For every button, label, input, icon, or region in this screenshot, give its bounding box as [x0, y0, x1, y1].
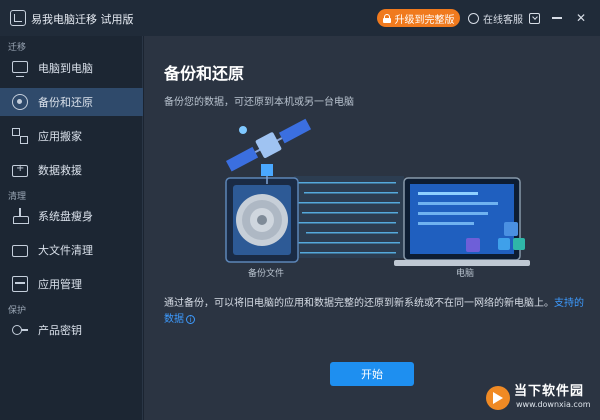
data-stream-bg [294, 176, 404, 258]
computer-caption: 电脑 [456, 269, 475, 279]
sidebar-item-label: 产品密钥 [38, 324, 82, 337]
app-logo-icon [10, 10, 26, 26]
sidebar-item-app-management[interactable]: 应用管理 [0, 270, 143, 298]
description-body: 通过备份，可以将旧电脑的应用和数据完整的还原到新系统或不在同一网络的新电脑上。 [164, 298, 554, 309]
description-text: 通过备份，可以将旧电脑的应用和数据完整的还原到新系统或不在同一网络的新电脑上。支… [164, 296, 584, 328]
sidebar-item-data-rescue[interactable]: 数据救援 [0, 156, 143, 184]
download-icon [528, 12, 540, 24]
minimize-button[interactable] [548, 9, 566, 27]
sidebar-item-label: 应用管理 [38, 278, 82, 291]
info-icon[interactable]: i [186, 314, 195, 324]
minimize-icon [552, 17, 562, 19]
sidebar-item-product-key[interactable]: 产品密钥 [0, 316, 143, 344]
grid-icon [12, 276, 28, 292]
section-label-protect: 保护 [8, 306, 27, 316]
download-button[interactable] [525, 9, 543, 27]
section-label-migrate: 迁移 [8, 43, 27, 53]
apps-icon [12, 128, 28, 144]
satellite-icon [225, 118, 312, 184]
backup-file-icon [225, 177, 299, 263]
online-service-label: 在线客服 [483, 15, 523, 26]
monitor-icon [12, 61, 28, 77]
rescue-icon [12, 163, 28, 177]
app-title: 易我电脑迁移 试用版 [31, 13, 134, 26]
broom-icon [12, 208, 29, 224]
sidebar-item-label: 备份和还原 [38, 96, 93, 109]
headset-icon [468, 13, 479, 24]
sidebar: 迁移 电脑到电脑 备份和还原 应用搬家 数据救援 清理 系统盘瘦身 大文件清理 … [0, 36, 143, 420]
laptop-icon [394, 177, 530, 266]
sidebar-item-label: 应用搬家 [38, 130, 82, 143]
sidebar-item-label: 电脑到电脑 [38, 62, 93, 75]
upgrade-button[interactable]: 升级到完整版 [377, 9, 460, 27]
watermark-text: 当下软件园 [514, 384, 585, 399]
sidebar-item-label: 大文件清理 [38, 244, 93, 257]
sidebar-item-backup-restore[interactable]: 备份和还原 [0, 88, 143, 116]
close-button[interactable]: ✕ [572, 9, 590, 27]
folder-icon [12, 245, 28, 257]
close-icon: ✕ [575, 11, 587, 25]
backup-icon [12, 94, 28, 110]
backup-file-caption: 备份文件 [248, 269, 285, 279]
lock-icon [382, 13, 391, 23]
upgrade-button-label: 升级到完整版 [394, 14, 455, 26]
start-button[interactable]: 开始 [330, 362, 414, 386]
sidebar-item-label: 系统盘瘦身 [38, 210, 93, 223]
title-bar: 易我电脑迁移 试用版 升级到完整版 在线客服 ✕ [0, 0, 600, 36]
online-service-link[interactable]: 在线客服 [468, 11, 523, 26]
sidebar-item-pc-to-pc[interactable]: 电脑到电脑 [0, 54, 143, 82]
sidebar-item-label: 数据救援 [38, 164, 82, 177]
key-icon [12, 322, 28, 338]
sidebar-item-app-migration[interactable]: 应用搬家 [0, 122, 143, 150]
watermark: 当下软件园 www.downxia.com [484, 378, 600, 420]
watermark-logo-icon [486, 386, 510, 410]
sidebar-item-large-file-clean[interactable]: 大文件清理 [0, 236, 143, 264]
section-label-clean: 清理 [8, 192, 27, 202]
backup-illustration [225, 118, 530, 266]
watermark-url: www.downxia.com [516, 400, 591, 409]
sidebar-item-system-slim[interactable]: 系统盘瘦身 [0, 202, 143, 230]
main-panel: 备份和还原 备份您的数据，可还原到本机或另一台电脑 备份文件 电脑 通过备份，可… [144, 36, 600, 420]
